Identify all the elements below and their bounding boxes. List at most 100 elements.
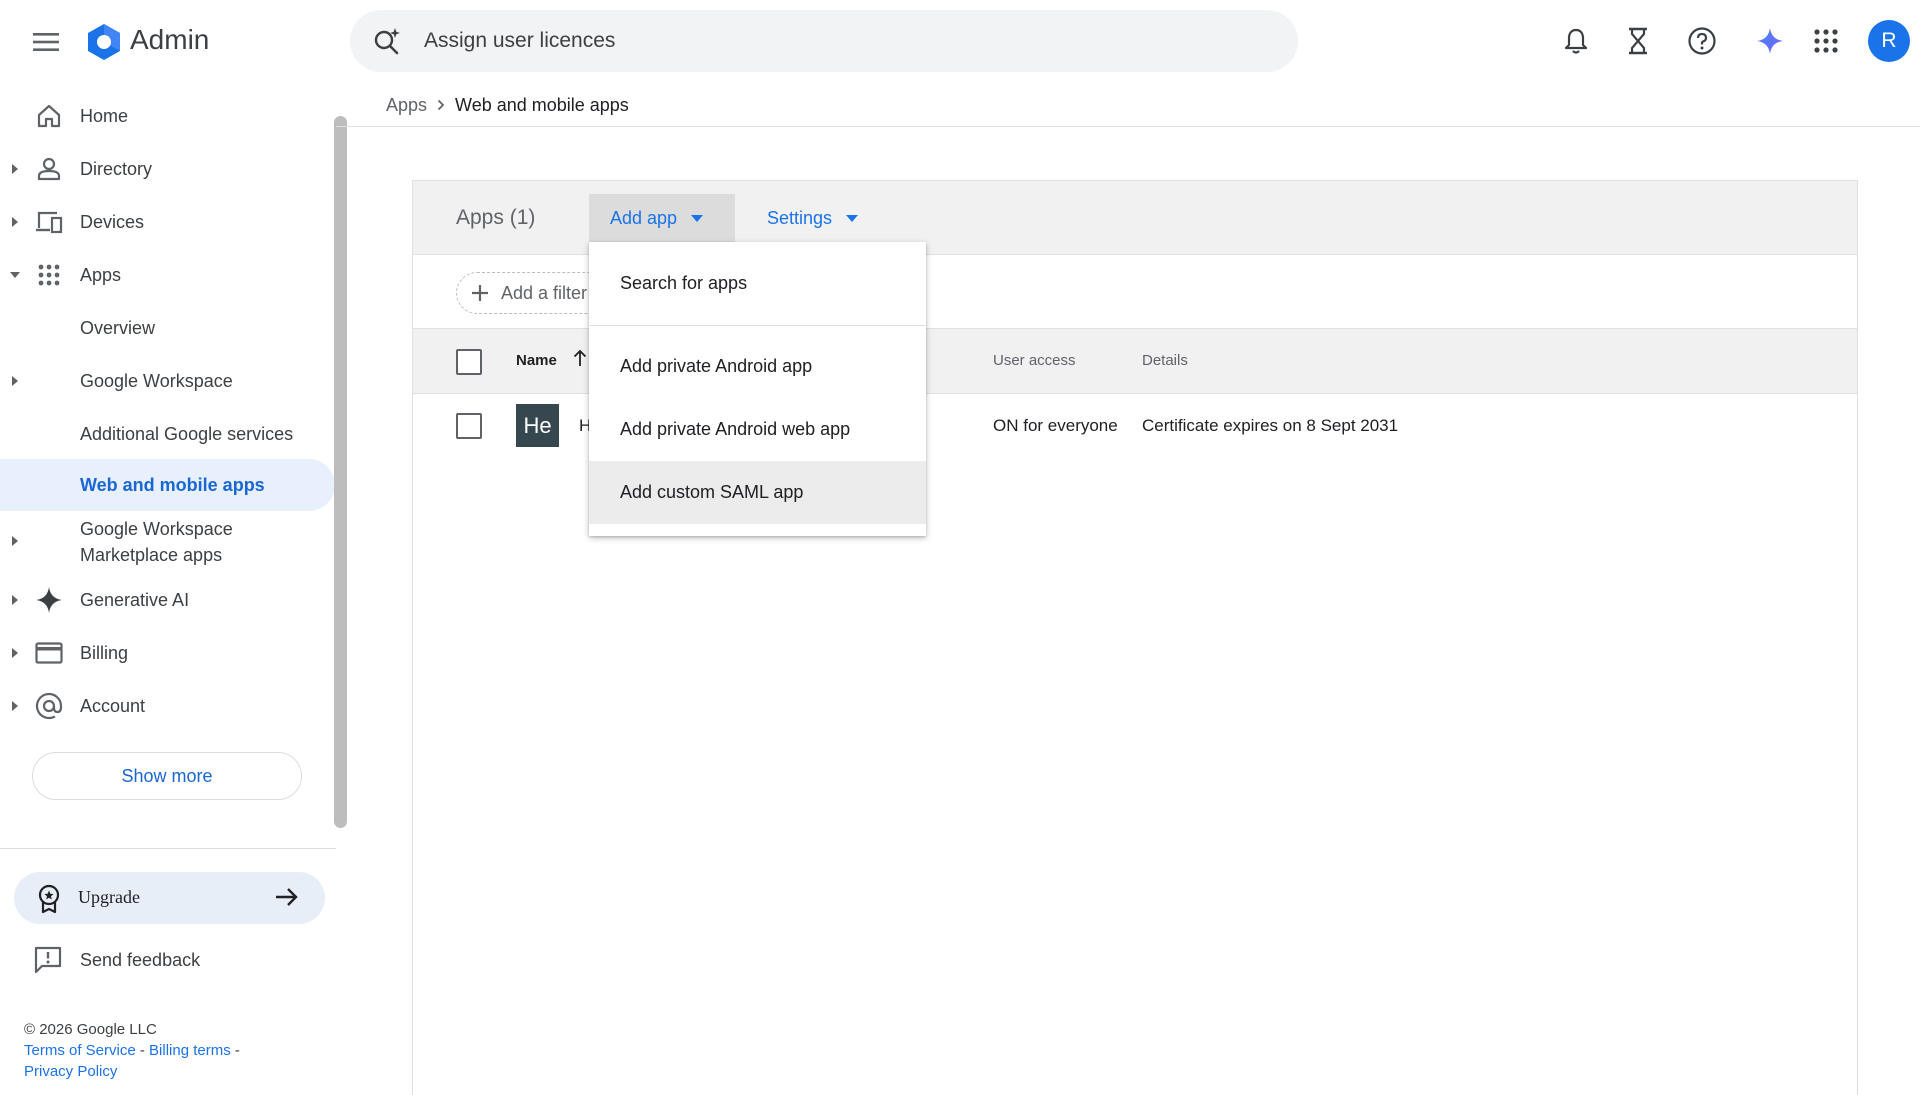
- caret-right-icon[interactable]: [10, 701, 20, 711]
- sidebar-divider: [0, 848, 336, 849]
- search-sparkle-icon: [372, 26, 402, 56]
- person-icon: [34, 154, 64, 184]
- sidebar-scrollbar[interactable]: [334, 116, 347, 828]
- sidebar-item-web-and-mobile-apps[interactable]: Web and mobile apps: [0, 459, 335, 511]
- sidebar-item-home[interactable]: Home: [0, 92, 335, 140]
- show-more-button[interactable]: Show more: [32, 752, 302, 800]
- gemini-sparkle-icon: [1757, 28, 1783, 54]
- column-header-details: Details: [1142, 352, 1188, 369]
- tasks-button[interactable]: [1615, 18, 1661, 64]
- feedback-icon: [34, 946, 62, 974]
- admin-logo[interactable]: [84, 22, 124, 62]
- sidebar-item-label: Web and mobile apps: [80, 474, 265, 495]
- bell-icon: [1564, 28, 1588, 54]
- breadcrumb-current: Web and mobile apps: [455, 94, 629, 115]
- add-app-menu: Search for apps Add private Android app …: [589, 242, 926, 536]
- sidebar-item-apps[interactable]: Apps: [0, 251, 335, 299]
- billing-terms-link[interactable]: Billing terms: [149, 1042, 231, 1059]
- sort-arrow-up-icon[interactable]: [573, 349, 587, 367]
- send-feedback-button[interactable]: Send feedback: [0, 940, 330, 980]
- chevron-right-icon: [437, 99, 445, 111]
- row-checkbox[interactable]: [456, 413, 482, 439]
- caret-right-icon[interactable]: [10, 164, 20, 174]
- sidebar-item-label: Generative AI: [80, 589, 190, 610]
- menu-item-add-private-android-web-app[interactable]: Add private Android web app: [589, 398, 926, 461]
- sidebar-item-label: Billing: [80, 642, 129, 663]
- breadcrumb-apps-link[interactable]: Apps: [386, 95, 427, 116]
- award-badge-icon: [36, 884, 62, 914]
- search-bar[interactable]: Assign user licences: [350, 10, 1298, 72]
- caret-right-icon[interactable]: [10, 376, 20, 386]
- top-bar: Admin Assign user licences R: [0, 0, 1920, 82]
- sidebar-item-label: Home: [80, 105, 129, 126]
- at-sign-icon: [34, 691, 64, 721]
- upgrade-label: Upgrade: [78, 887, 140, 907]
- sidebar-item-google-workspace[interactable]: Google Workspace: [0, 357, 335, 405]
- devices-icon: [34, 207, 64, 237]
- settings-button[interactable]: Settings: [767, 194, 859, 242]
- help-button[interactable]: [1679, 18, 1725, 64]
- sparkle-icon: [34, 585, 64, 615]
- sidebar-item-devices[interactable]: Devices: [0, 198, 335, 246]
- column-header-user-access: User access: [993, 352, 1076, 369]
- privacy-policy-link[interactable]: Privacy Policy: [24, 1063, 117, 1080]
- help-icon: [1688, 27, 1716, 55]
- hamburger-icon: [33, 33, 59, 51]
- notifications-button[interactable]: [1553, 18, 1599, 64]
- footer-separator: -: [135, 1042, 150, 1059]
- caret-right-icon[interactable]: [10, 595, 20, 605]
- add-app-button[interactable]: Add app: [589, 194, 735, 242]
- caret-right-icon[interactable]: [10, 536, 20, 546]
- sidebar-item-label: Google Workspace Marketplace apps: [80, 519, 233, 565]
- menu-item-add-custom-saml-app[interactable]: Add custom SAML app: [589, 461, 926, 524]
- copyright-text: © 2026 Google LLC: [24, 1021, 157, 1038]
- breadcrumb: Apps Web and mobile apps: [386, 93, 629, 117]
- sidebar-item-label: Overview: [80, 317, 156, 338]
- caret-right-icon[interactable]: [10, 648, 20, 658]
- search-input[interactable]: Assign user licences: [424, 29, 615, 53]
- dropdown-arrow-icon: [846, 214, 859, 222]
- terms-of-service-link[interactable]: Terms of Service: [24, 1042, 136, 1059]
- send-feedback-label: Send feedback: [80, 950, 201, 970]
- header-divider: [336, 126, 1920, 127]
- caret-down-icon[interactable]: [10, 270, 20, 280]
- column-header-name[interactable]: Name: [516, 352, 557, 369]
- dropdown-arrow-icon: [691, 214, 704, 222]
- main-menu-button[interactable]: [22, 20, 70, 64]
- sidebar-item-label: Devices: [80, 211, 145, 232]
- brand-name: Admin: [130, 24, 210, 55]
- footer-separator: -: [230, 1042, 240, 1059]
- sidebar-item-label: Directory: [80, 158, 153, 179]
- admin-hexagon-icon: [88, 24, 120, 60]
- sidebar-item-generative-ai[interactable]: Generative AI: [0, 576, 335, 624]
- gemini-button[interactable]: [1747, 18, 1793, 64]
- add-filter-label: Add a filter: [501, 282, 588, 303]
- sidebar-item-billing[interactable]: Billing: [0, 629, 335, 677]
- home-icon: [34, 101, 64, 131]
- apps-count-title: Apps (1): [456, 206, 536, 229]
- apps-grid-icon: [1814, 29, 1838, 53]
- sidebar-item-account[interactable]: Account: [0, 682, 335, 730]
- account-avatar[interactable]: R: [1868, 20, 1910, 62]
- hourglass-icon: [1629, 27, 1647, 55]
- menu-item-add-private-android-app[interactable]: Add private Android app: [589, 335, 926, 398]
- sidebar-item-label: Additional Google services: [80, 423, 294, 444]
- sidebar-item-additional-google-services[interactable]: Additional Google services: [0, 410, 335, 458]
- menu-item-search-for-apps[interactable]: Search for apps: [589, 252, 926, 315]
- sidebar-item-overview[interactable]: Overview: [0, 304, 335, 352]
- sidebar-item-label: Account: [80, 695, 146, 716]
- credit-card-icon: [34, 638, 64, 668]
- upgrade-button[interactable]: Upgrade: [14, 872, 325, 924]
- sidebar-item-directory[interactable]: Directory: [0, 145, 335, 193]
- settings-label: Settings: [767, 207, 833, 228]
- apps-launcher-button[interactable]: [1803, 18, 1849, 64]
- menu-divider: [589, 325, 926, 326]
- plus-icon: [471, 284, 489, 302]
- sidebar-item-label: Apps: [80, 264, 122, 285]
- user-access-cell: ON for everyone: [993, 416, 1118, 435]
- details-cell: Certificate expires on 8 Sept 2031: [1142, 416, 1399, 435]
- app-tile: He: [516, 404, 559, 447]
- select-all-checkbox[interactable]: [456, 349, 482, 375]
- arrow-right-icon: [274, 885, 300, 909]
- caret-right-icon[interactable]: [10, 217, 20, 227]
